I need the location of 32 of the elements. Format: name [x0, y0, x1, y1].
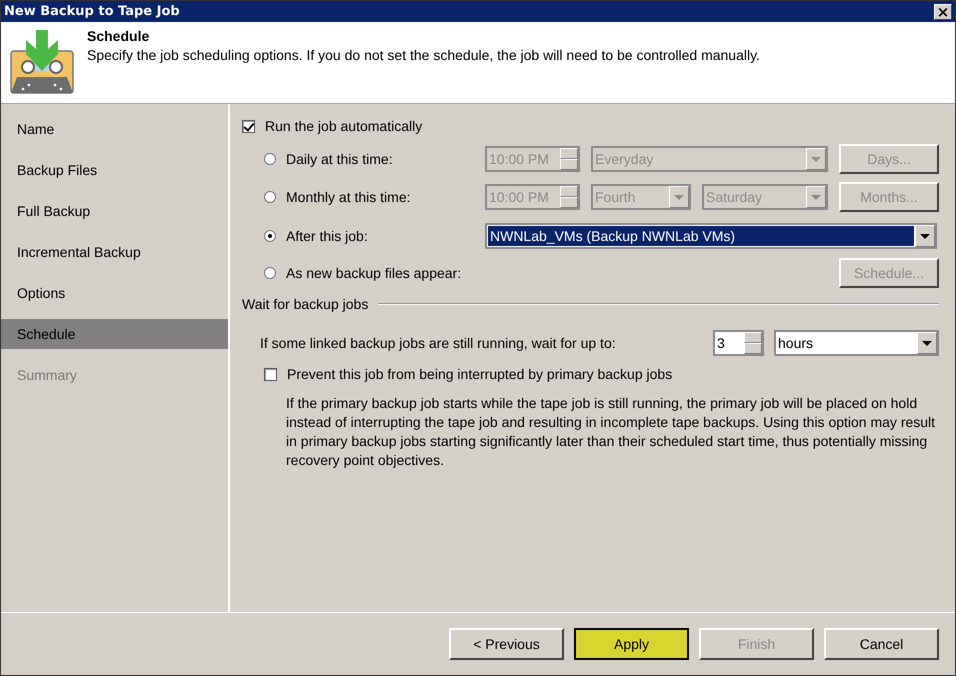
step-description: Specify the job scheduling options. If you do not set the schedule, the job will need to be controlled manually. [87, 47, 760, 63]
sidebar-item[interactable]: Schedule [1, 319, 228, 349]
unit-dropdown[interactable]: hours [774, 330, 939, 356]
option-note: If the primary backup job starts while the tape job is still running, the primary job will be placed on hold instead of interrupting the tape job and resulting in incomplete tape backups. Using this option may result in primary backup jobs starting significantly later than their scheduled start time, thus potentially missing recovery point objectives. [286, 394, 936, 470]
hours-spin-field[interactable]: 3 [713, 330, 764, 356]
dropdown[interactable]: NWNLab_VMs (Backup NWNLab VMs) [485, 223, 937, 249]
tape-download-icon [9, 29, 75, 95]
sidebar-item[interactable]: Options [1, 278, 228, 308]
checkbox[interactable] [264, 368, 277, 380]
radio-button[interactable] [264, 191, 276, 203]
radio-label: After this job: [286, 228, 368, 244]
button[interactable]: < Previous [449, 628, 564, 660]
sidebar-item[interactable]: Incremental Backup [1, 237, 228, 267]
radio-button[interactable] [264, 230, 276, 242]
sidebar-item[interactable]: Name [1, 114, 228, 144]
wait-label: If some linked backup jobs are still running, wait for up to: [260, 335, 617, 351]
checkbox[interactable] [242, 120, 255, 132]
checkbox-label: Prevent this job from being interrupted by primary backup jobs [287, 366, 672, 382]
group-title: Wait for backup jobs [242, 296, 368, 312]
sidebar-item[interactable]: Full Backup [1, 196, 228, 226]
button[interactable]: Cancel [824, 628, 939, 660]
close-button[interactable]: × [934, 4, 952, 20]
step-title: Schedule [87, 28, 150, 44]
radio-button[interactable] [264, 153, 276, 165]
radio-button[interactable] [264, 267, 276, 279]
button[interactable]: Apply [574, 628, 689, 660]
radio-label: Monthly at this time: [286, 189, 410, 205]
checkbox-label: Run the job automatically [265, 118, 422, 134]
window-title: New Backup to Tape Job [4, 4, 180, 19]
radio-label: Daily at this time: [286, 151, 393, 167]
radio-label: As new backup files appear: [286, 265, 462, 281]
sidebar-item[interactable]: Backup Files [1, 155, 228, 185]
